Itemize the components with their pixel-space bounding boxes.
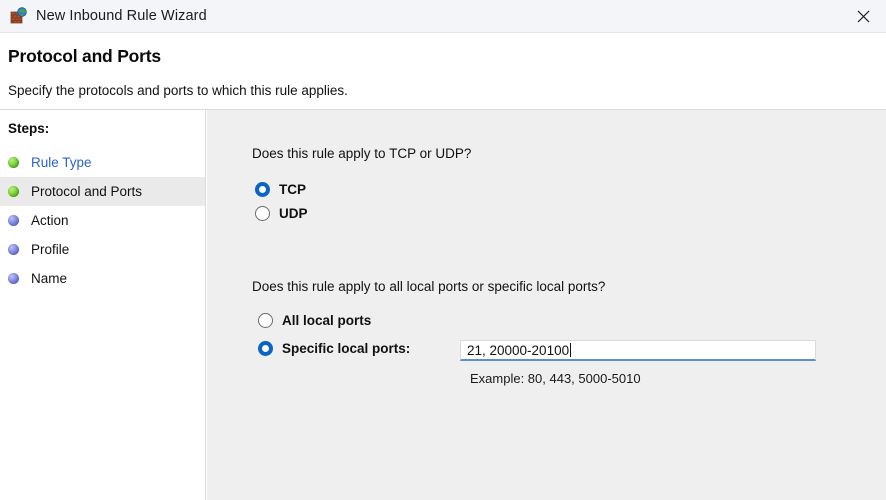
sidebar-item-rule-type[interactable]: Rule Type bbox=[0, 148, 205, 177]
radio-option-all-local-ports[interactable]: All local ports bbox=[258, 313, 371, 328]
sidebar-item-label: Profile bbox=[31, 242, 70, 257]
step-bullet-icon bbox=[8, 244, 19, 255]
sidebar-item-profile[interactable]: Profile bbox=[0, 235, 205, 264]
ports-example-hint: Example: 80, 443, 5000-5010 bbox=[470, 371, 641, 386]
radio-option-label: UDP bbox=[279, 206, 308, 221]
steps-list: Rule Type Protocol and Ports Action Prof… bbox=[0, 148, 205, 293]
sidebar-item-label: Name bbox=[31, 271, 68, 286]
specific-ports-input-value: 21, 20000-20100 bbox=[467, 342, 570, 358]
window-title: New Inbound Rule Wizard bbox=[36, 7, 207, 24]
steps-sidebar: Steps: Rule Type Protocol and Ports Acti… bbox=[0, 110, 206, 500]
radio-option-tcp[interactable]: TCP bbox=[255, 182, 306, 197]
radio-option-label: TCP bbox=[279, 182, 306, 197]
sidebar-item-protocol-and-ports[interactable]: Protocol and Ports bbox=[0, 177, 205, 206]
steps-heading: Steps: bbox=[8, 121, 50, 136]
wizard-body: Steps: Rule Type Protocol and Ports Acti… bbox=[0, 110, 886, 500]
radio-udp-icon[interactable] bbox=[255, 206, 270, 221]
radio-all-local-ports-icon[interactable] bbox=[258, 313, 273, 328]
sidebar-item-label: Action bbox=[31, 213, 69, 228]
sidebar-item-action[interactable]: Action bbox=[0, 206, 205, 235]
protocol-question: Does this rule apply to TCP or UDP? bbox=[252, 146, 472, 161]
specific-ports-input[interactable]: 21, 20000-20100 bbox=[460, 340, 816, 361]
radio-specific-local-ports-icon[interactable] bbox=[258, 341, 273, 356]
radio-option-udp[interactable]: UDP bbox=[255, 206, 308, 221]
radio-option-label: Specific local ports: bbox=[282, 341, 411, 356]
title-bar: New Inbound Rule Wizard bbox=[0, 0, 886, 33]
radio-tcp-icon[interactable] bbox=[255, 182, 270, 197]
step-bullet-icon bbox=[8, 157, 19, 168]
title-bar-left: New Inbound Rule Wizard bbox=[0, 7, 840, 25]
radio-option-label: All local ports bbox=[282, 313, 372, 328]
page-header: Protocol and Ports Specify the protocols… bbox=[0, 33, 886, 110]
ports-question: Does this rule apply to all local ports … bbox=[252, 279, 606, 294]
step-bullet-icon bbox=[8, 215, 19, 226]
page-subtitle: Specify the protocols and ports to which… bbox=[8, 83, 348, 98]
sidebar-item-name[interactable]: Name bbox=[0, 264, 205, 293]
radio-option-specific-local-ports[interactable]: Specific local ports: bbox=[258, 341, 410, 356]
text-caret bbox=[570, 343, 572, 357]
step-bullet-icon bbox=[8, 186, 19, 197]
sidebar-item-label: Rule Type bbox=[31, 155, 92, 170]
close-button[interactable] bbox=[840, 0, 886, 32]
page-title: Protocol and Ports bbox=[8, 46, 161, 66]
sidebar-item-label: Protocol and Ports bbox=[31, 184, 143, 199]
wizard-window: New Inbound Rule Wizard Protocol and Por… bbox=[0, 0, 886, 500]
step-bullet-icon bbox=[8, 273, 19, 284]
firewall-globe-icon bbox=[10, 7, 28, 25]
main-panel: Does this rule apply to TCP or UDP? TCP … bbox=[207, 110, 886, 500]
